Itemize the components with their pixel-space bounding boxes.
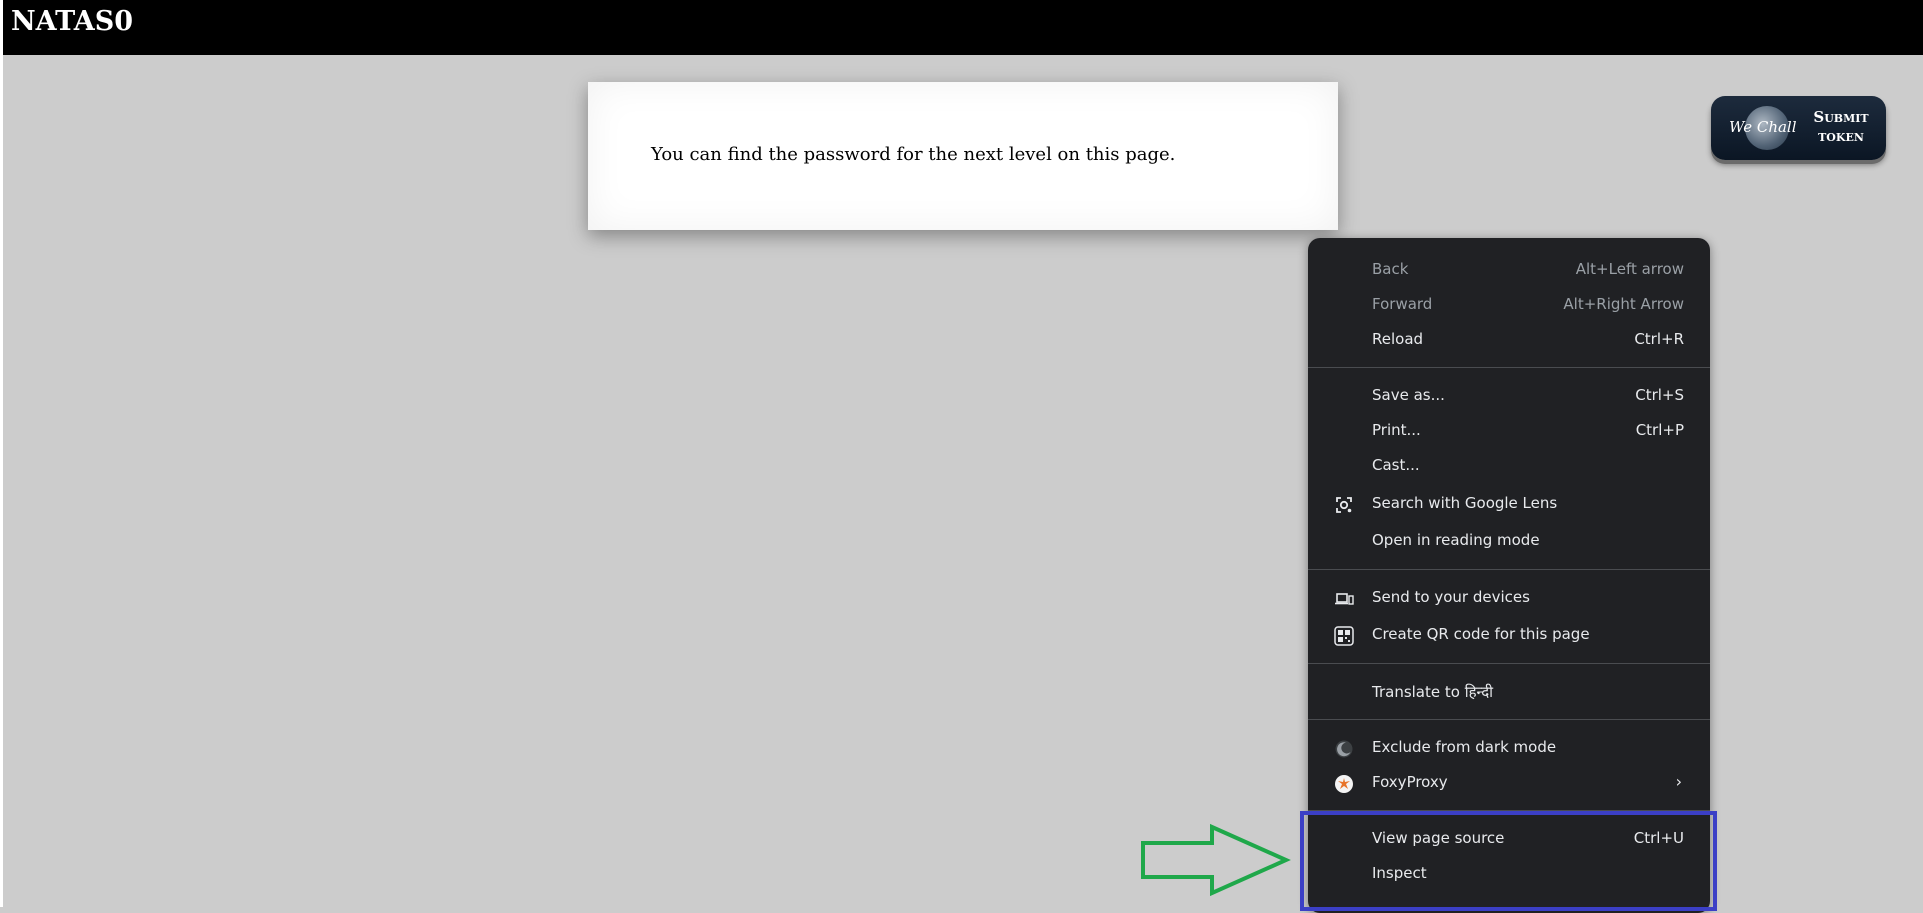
site-title: NATAS0 xyxy=(11,6,134,37)
menu-item-print[interactable]: Print... Ctrl+P xyxy=(1308,414,1710,448)
menu-item-shortcut: Ctrl+R xyxy=(1634,330,1684,348)
wechall-label-line1: Submit xyxy=(1813,108,1869,126)
green-arrow-annotation xyxy=(1141,823,1291,897)
menu-item-back[interactable]: Back Alt+Left arrow xyxy=(1308,253,1710,287)
chevron-right-icon: › xyxy=(1675,772,1682,791)
menu-item-save-as[interactable]: Save as... Ctrl+S xyxy=(1308,379,1710,413)
menu-item-google-lens[interactable]: Search with Google Lens xyxy=(1308,487,1710,521)
header-bar: NATAS0 xyxy=(3,0,1923,55)
devices-icon xyxy=(1334,589,1354,609)
menu-item-label: Open in reading mode xyxy=(1372,531,1540,549)
highlight-box xyxy=(1300,811,1717,911)
google-lens-icon xyxy=(1334,495,1354,515)
menu-separator xyxy=(1308,719,1710,720)
menu-item-label: Save as... xyxy=(1372,386,1445,404)
menu-item-shortcut: Alt+Right Arrow xyxy=(1563,295,1684,313)
menu-item-reading-mode[interactable]: Open in reading mode xyxy=(1308,524,1710,558)
wechall-label-line2: token xyxy=(1818,127,1864,145)
level-message: You can find the password for the next l… xyxy=(651,144,1176,165)
menu-item-translate[interactable]: Translate to हिन्दी xyxy=(1308,675,1710,709)
menu-item-label: Send to your devices xyxy=(1372,588,1530,606)
wechall-label: Submit token xyxy=(1801,108,1881,146)
menu-item-shortcut: Alt+Left arrow xyxy=(1575,260,1684,278)
menu-item-shortcut: Ctrl+P xyxy=(1635,421,1684,439)
menu-item-label: Print... xyxy=(1372,421,1421,439)
menu-separator xyxy=(1308,367,1710,368)
menu-item-label: FoxyProxy xyxy=(1372,773,1448,791)
menu-item-send-devices[interactable]: Send to your devices xyxy=(1308,581,1710,615)
menu-item-label: Translate to हिन्दी xyxy=(1372,683,1494,701)
wechall-logo: We Chall xyxy=(1729,118,1797,136)
left-edge-strip xyxy=(0,0,3,907)
moon-icon xyxy=(1334,739,1354,759)
menu-item-shortcut: Ctrl+S xyxy=(1635,386,1684,404)
menu-item-label: Search with Google Lens xyxy=(1372,494,1558,512)
menu-item-label: Cast... xyxy=(1372,456,1420,474)
menu-item-label: Back xyxy=(1372,260,1409,278)
menu-separator xyxy=(1308,663,1710,664)
menu-separator xyxy=(1308,569,1710,570)
menu-item-reload[interactable]: Reload Ctrl+R xyxy=(1308,323,1710,357)
wechall-submit-token-button[interactable]: We Chall Submit token xyxy=(1711,96,1886,160)
menu-item-cast[interactable]: Cast... xyxy=(1308,449,1710,483)
foxyproxy-icon xyxy=(1334,774,1354,794)
menu-item-label: Exclude from dark mode xyxy=(1372,738,1557,756)
menu-item-exclude-dark-mode[interactable]: Exclude from dark mode xyxy=(1308,731,1710,765)
menu-item-qr-code[interactable]: Create QR code for this page xyxy=(1308,618,1710,652)
menu-item-foxyproxy[interactable]: FoxyProxy › xyxy=(1308,766,1710,800)
menu-item-forward[interactable]: Forward Alt+Right Arrow xyxy=(1308,288,1710,322)
menu-item-label: Reload xyxy=(1372,330,1424,348)
menu-item-label: Create QR code for this page xyxy=(1372,625,1590,643)
qr-code-icon xyxy=(1334,626,1354,646)
menu-item-label: Forward xyxy=(1372,295,1433,313)
content-card: You can find the password for the next l… xyxy=(588,82,1338,230)
